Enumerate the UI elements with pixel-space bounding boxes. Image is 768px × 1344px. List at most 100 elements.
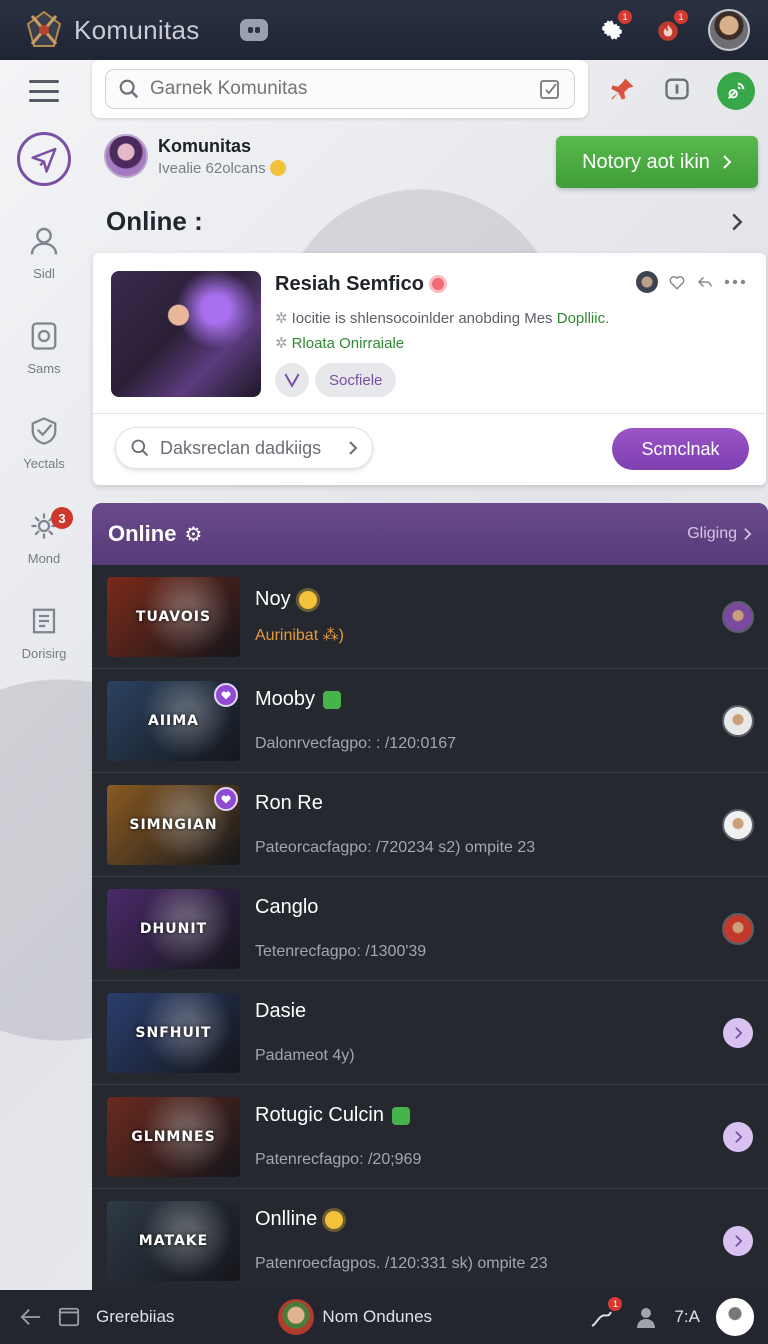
game-thumbnail[interactable]: AIIMA [107,680,240,761]
community-subtitle: Ivealie 62olcans [158,159,286,177]
list-item-name: Rotugic Culcin [255,1104,708,1127]
list-item-subtitle: Dalonrvecfagpo: : /120:0167 [255,735,457,752]
satellite-icon [727,82,745,100]
player-avatar[interactable] [722,912,754,945]
featured-thumbnail[interactable] [111,271,261,397]
back-arrow-icon[interactable] [20,1307,42,1327]
notory-button[interactable]: Notory aot ikin [556,136,758,188]
list-rows: TUAVOIS Noy Aurinibat ⁂) AIIMA Mooby Dalonrve… [92,565,768,1290]
thumbnail-title: SIMNGIAN [129,816,218,833]
community-avatar[interactable] [104,134,148,178]
sidebar-item-sams[interactable]: Sams [27,319,61,376]
player-avatar[interactable] [722,600,754,633]
bottom-badge: 1 [608,1297,623,1311]
compose-icon [540,80,559,99]
bottom-center[interactable]: Nom Ondunes [278,1299,432,1335]
list-item[interactable]: SIMNGIAN Ron Re Pateorcacfagpo: /720234 s2… [92,773,768,877]
bottom-left-label[interactable]: Grerebiias [96,1307,174,1327]
app-logo[interactable] [22,8,66,52]
chevron-right-icon[interactable] [723,1017,753,1048]
thumbnail-title: DHUNIT [139,920,208,937]
featured-status: ✲ Rloata Onirraiale [275,335,405,352]
reply-icon [697,276,712,288]
mini-avatar[interactable] [636,271,658,293]
sidebar-item-mond[interactable]: 3 Mond [27,507,73,566]
list-item[interactable]: AIIMA Mooby Dalonrvecfagpo: : /120:0167 [92,669,768,773]
tag-pill[interactable]: Socfiele [315,363,397,397]
menu-icon[interactable] [29,80,59,102]
window-icon[interactable] [58,1306,80,1328]
list-item-name: Onlline [255,1208,708,1231]
settings-button[interactable]: 1 [596,10,632,46]
game-thumbnail[interactable]: SIMNGIAN [107,784,240,865]
game-thumbnail[interactable]: DHUNIT [107,888,240,969]
check-icon[interactable] [275,363,309,397]
send-icon[interactable] [17,132,71,186]
list-item[interactable]: DHUNIT Canglo Tetenrecfagpo: /1300'39 [92,877,768,981]
badge-icon [27,319,61,353]
sidebar-item-label: Sidl [33,266,55,281]
chevron-right-icon[interactable] [723,1225,753,1256]
settings-badge: 1 [618,10,632,24]
featured-title[interactable]: Resiah Semfico [275,273,424,296]
chevron-right-icon[interactable] [723,1121,753,1152]
left-sidebar: Sidl Sams Yectals 3 Mond Dorisirg [0,60,88,1290]
search-input[interactable] [150,78,538,100]
heart-badge-icon [214,786,238,811]
search-box[interactable] [105,69,575,109]
sidebar-item-label: Yectals [23,456,65,471]
featured-action-button[interactable]: Scmclnak [612,428,749,470]
sketch-button[interactable]: 1 [586,1297,623,1333]
featured-link[interactable]: Doplliic. [557,310,610,327]
game-thumbnail[interactable]: MATAKE [107,1200,240,1281]
bottom-bar: Grerebiias Nom Ondunes 1 7:A [0,1290,768,1344]
broadcast-button[interactable] [717,72,755,110]
book-icon [27,604,61,638]
info-icon[interactable] [663,75,691,108]
game-thumbnail[interactable]: TUAVOIS [107,576,240,657]
list-title: Online [108,521,177,546]
list-item[interactable]: TUAVOIS Noy Aurinibat ⁂) [92,565,768,669]
featured-search-pill[interactable]: Daksreclan dadkiigs [115,427,373,469]
sidebar-item-dorisirg[interactable]: Dorisirg [21,604,67,661]
list-item[interactable]: GLNMNES Rotugic Culcin Patenrecfagpo: /20;… [92,1085,768,1189]
settings-sparkle-icon: ⚙ [184,523,203,546]
thumbnail-title: AIIMA [147,712,200,729]
community-title: Komunitas [158,135,252,156]
list-item-subtitle: Tetenrecfagpo: /1300'39 [255,943,427,960]
more-icon [724,279,746,285]
chevron-right-icon [723,155,732,169]
list-item[interactable]: MATAKE Onlline Patenroecfagpos. /120:331 s… [92,1189,768,1290]
heart-icon [669,276,685,290]
notifications-badge: 1 [674,10,688,24]
list-item-name: Canglo [255,896,319,918]
thumbnail-title: GLNMNES [131,1128,216,1145]
sidebar-item-yectals[interactable]: Yectals [23,414,65,471]
sidebar-item-sidl[interactable]: Sidl [27,224,61,281]
user-icon[interactable] [634,1305,658,1329]
notifications-button[interactable]: 1 [652,10,688,46]
thumbnail-title: SNFHUIT [135,1024,212,1041]
sidebar-item-label: Mond [27,551,61,566]
sidebar-item-label: Dorisirg [21,646,67,661]
list-item-name: Ron Re [255,792,323,814]
game-thumbnail[interactable]: GLNMNES [107,1096,240,1177]
game-thumbnail[interactable]: SNFHUIT [107,992,240,1073]
list-item-name: Mooby [255,688,708,711]
chat-bot-icon[interactable] [239,19,268,41]
player-avatar[interactable] [722,808,754,841]
user-avatar[interactable] [708,9,750,51]
gear-icon: ✲ [275,335,288,352]
list-item-subtitle: Padameot 4y) [255,1047,355,1064]
bottom-center-label: Nom Ondunes [322,1307,433,1326]
top-bar: Komunitas 1 1 [0,0,768,60]
list-item-subtitle: Patenrecfagpo: /20;969 [255,1151,422,1168]
profile-avatar[interactable] [716,1298,754,1336]
pin-icon[interactable] [609,75,637,108]
chevron-right-icon[interactable] [730,212,744,237]
sidebar-item-label: Sams [27,361,61,376]
list-header-link[interactable]: Gliging [687,525,752,543]
list-item[interactable]: SNFHUIT Dasie Padameot 4y) [92,981,768,1085]
community-header: Komunitas Ivealie 62olcans [104,134,286,178]
player-avatar[interactable] [722,704,754,737]
